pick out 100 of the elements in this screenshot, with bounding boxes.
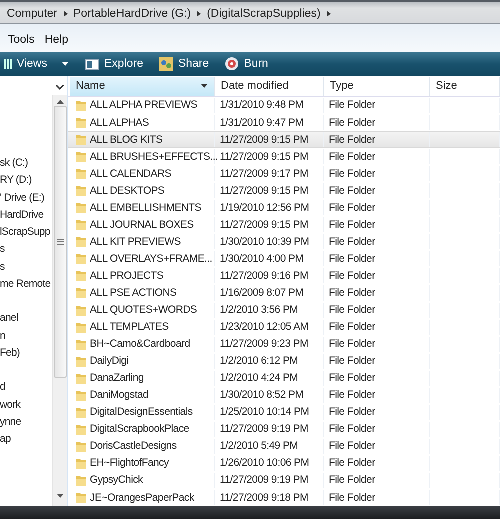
- file-row[interactable]: ALL PROJECTS 11/27/2009 9:16 PM File Folder: [68, 267, 500, 284]
- table-cell-text: File Folder: [328, 304, 376, 316]
- nav-item[interactable]: lScrapSupp: [0, 224, 52, 242]
- file-row[interactable]: ALL OVERLAYS+FRAME... 1/30/2010 4:00 PM File Folder: [68, 250, 500, 268]
- toolbar-button[interactable]: Share: [159, 57, 210, 71]
- table-cell-text: 11/27/2009 9:15 PM: [219, 184, 308, 197]
- column-header[interactable]: Name: [70, 77, 215, 96]
- table-cell-text: File Folder: [328, 338, 376, 350]
- table-cell: ALL PROJECTS: [70, 269, 164, 282]
- table-cell-text: File Folder: [328, 423, 376, 436]
- table-cell-text: File Folder: [328, 116, 376, 128]
- file-row[interactable]: ALL CALENDARS 11/27/2009 9:17 PM File Folder: [68, 165, 500, 182]
- scroll-up-icon[interactable]: [56, 100, 64, 104]
- file-row[interactable]: ALL PSE ACTIONS 1/16/2009 8:07 PM File Folder: [68, 284, 500, 302]
- table-cell: ALL KIT PREVIEWS: [70, 235, 181, 248]
- toolbar-button[interactable]: Explore: [85, 58, 144, 70]
- nav-item[interactable]: ap: [0, 431, 52, 448]
- table-cell-text: File Folder: [328, 99, 376, 112]
- table-cell: ALL ALPHAS: [70, 116, 150, 129]
- table-cell: ALL BLOG KITS: [70, 133, 163, 146]
- folder-icon: [75, 133, 87, 146]
- breadcrumb-item[interactable]: Computer: [7, 8, 58, 20]
- nav-item[interactable]: n: [0, 328, 52, 345]
- nav-item[interactable]: sk (C:): [0, 155, 52, 172]
- table-cell-text: File Folder: [328, 457, 376, 470]
- nav-item[interactable]: RY (D:): [0, 172, 52, 190]
- nav-item[interactable]: s: [0, 241, 52, 259]
- nav-item[interactable]: HardDrive: [0, 206, 52, 224]
- table-cell: ALL TEMPLATES: [70, 320, 169, 334]
- nav-item[interactable]: work: [0, 396, 52, 414]
- file-row[interactable]: ALL EMBELLISHMENTS 1/19/2010 12:56 PM File Folder: [68, 199, 500, 216]
- table-cell-text: 1/2/2010 4:24 PM: [219, 372, 298, 384]
- table-cell: ALL DESKTOPS: [70, 184, 165, 198]
- table-cell: ALL PSE ACTIONS: [70, 286, 177, 300]
- nav-item[interactable]: s: [0, 258, 52, 276]
- file-row[interactable]: EH~FlightofFancy 1/26/2010 10:06 PM File Folder: [68, 454, 500, 472]
- table-cell: DigitalScrapbookPlace: [70, 422, 190, 436]
- folder-icon: [75, 422, 87, 436]
- folder-icon: [75, 474, 87, 487]
- table-cell-text: 1/30/2010 10:39 PM: [219, 236, 310, 248]
- folder-icon: [75, 440, 87, 453]
- toolbar-button[interactable]: Burn: [225, 57, 268, 71]
- file-row[interactable]: DailyDigi 1/2/2010 6:12 PM File Folder: [68, 352, 500, 370]
- nav-item[interactable]: Feb): [0, 344, 52, 362]
- disc-icon: [225, 57, 240, 71]
- table-cell-text: 1/19/2010 12:56 PM: [219, 202, 310, 214]
- table-cell-text: File Folder: [328, 355, 376, 368]
- file-row[interactable]: DigitalDesignEssentials 1/25/2010 10:14 PM File Folder: [68, 404, 500, 421]
- file-row[interactable]: DanaZarling 1/2/2010 4:24 PM File Folder: [68, 370, 500, 387]
- file-row[interactable]: ALL TEMPLATES 1/23/2010 12:05 AM File Folder: [68, 318, 500, 336]
- folder-icon: [75, 218, 87, 232]
- folder-icon: [75, 201, 87, 214]
- table-cell: ALL EMBELLISHMENTS: [70, 201, 202, 214]
- nav-item[interactable]: ynne: [0, 414, 52, 432]
- menu-item[interactable]: Tools: [8, 34, 35, 46]
- file-row[interactable]: GypsyChick 11/27/2009 9:19 PM File Folder: [68, 472, 500, 490]
- file-row[interactable]: ALL DESKTOPS 11/27/2009 9:15 PM File Folder: [68, 182, 500, 200]
- nav-item[interactable]: d: [0, 379, 52, 397]
- nav-item[interactable]: anel: [0, 310, 52, 328]
- folder-icon: [75, 388, 87, 402]
- table-cell: ALL CALENDARS: [70, 167, 172, 180]
- breadcrumb-item[interactable]: PortableHardDrive (G:): [74, 8, 192, 20]
- file-row[interactable]: ALL JOURNAL BOXES 11/27/2009 9:15 PM File Folder: [68, 216, 500, 234]
- table-cell: EH~FlightofFancy: [70, 456, 169, 470]
- table-cell: ALL QUOTES+WORDS: [70, 304, 198, 317]
- nav-item[interactable]: ' Drive (E:): [0, 190, 52, 207]
- breadcrumb-item[interactable]: (DigitalScrapSupplies): [207, 8, 321, 20]
- table-cell: DaniMogstad: [70, 388, 149, 402]
- scrollbar[interactable]: [52, 95, 67, 506]
- file-row[interactable]: ALL BRUSHES+EFFECTS... 11/27/2009 9:15 PM File Folder: [68, 148, 500, 166]
- file-row[interactable]: ALL KIT PREVIEWS 1/30/2010 10:39 PM File Folder: [68, 233, 500, 250]
- folder-icon: [75, 320, 87, 334]
- menu-item[interactable]: Help: [44, 34, 69, 46]
- folder-icon: [75, 252, 87, 266]
- file-row[interactable]: ALL BLOG KITS 11/27/2009 9:15 PM File Folder: [68, 131, 500, 148]
- scrollbar-thumb[interactable]: [54, 106, 66, 378]
- table-cell-text: 1/31/2010 9:47 PM: [219, 116, 304, 128]
- views-icon: [4, 59, 12, 69]
- scroll-down-icon[interactable]: [56, 494, 64, 498]
- file-row[interactable]: ALL QUOTES+WORDS 1/2/2010 3:56 PM File Folder: [68, 302, 500, 319]
- folder-icon: [75, 167, 87, 180]
- nav-item[interactable]: me Remote: [0, 276, 52, 294]
- folder-icon: [75, 150, 87, 164]
- folder-icon: [75, 116, 87, 129]
- folder-icon: [75, 269, 87, 282]
- table-cell-text: 11/27/2009 9:19 PM: [219, 474, 308, 486]
- file-row[interactable]: DigitalScrapbookPlace 11/27/2009 9:19 PM File Folder: [68, 420, 500, 438]
- table-cell-text: File Folder: [328, 406, 376, 418]
- folder-icon: [75, 286, 87, 300]
- file-row[interactable]: ALL ALPHAS 1/31/2010 9:47 PM File Folder: [68, 114, 500, 132]
- file-row[interactable]: JE~OrangesPaperPack 11/27/2009 9:18 PM File Folder: [68, 489, 500, 506]
- table-cell-text: 1/30/2010 4:00 PM: [219, 252, 304, 265]
- file-row[interactable]: BH~Camo&Cardboard 11/27/2009 9:23 PM File Folder: [68, 336, 500, 353]
- table-cell-text: 11/27/2009 9:23 PM: [219, 338, 308, 350]
- file-row[interactable]: DorisCastleDesigns 1/2/2010 5:49 PM File Folder: [68, 438, 500, 455]
- file-row[interactable]: ALL ALPHA PREVIEWS 1/31/2010 9:48 PM File Folder: [68, 96, 500, 114]
- table-cell-text: 1/2/2010 3:56 PM: [219, 304, 298, 316]
- file-row[interactable]: DaniMogstad 1/30/2010 8:52 PM File Folder: [68, 386, 500, 404]
- toolbar-button[interactable]: Views: [4, 58, 70, 70]
- table-cell: GypsyChick: [70, 474, 144, 487]
